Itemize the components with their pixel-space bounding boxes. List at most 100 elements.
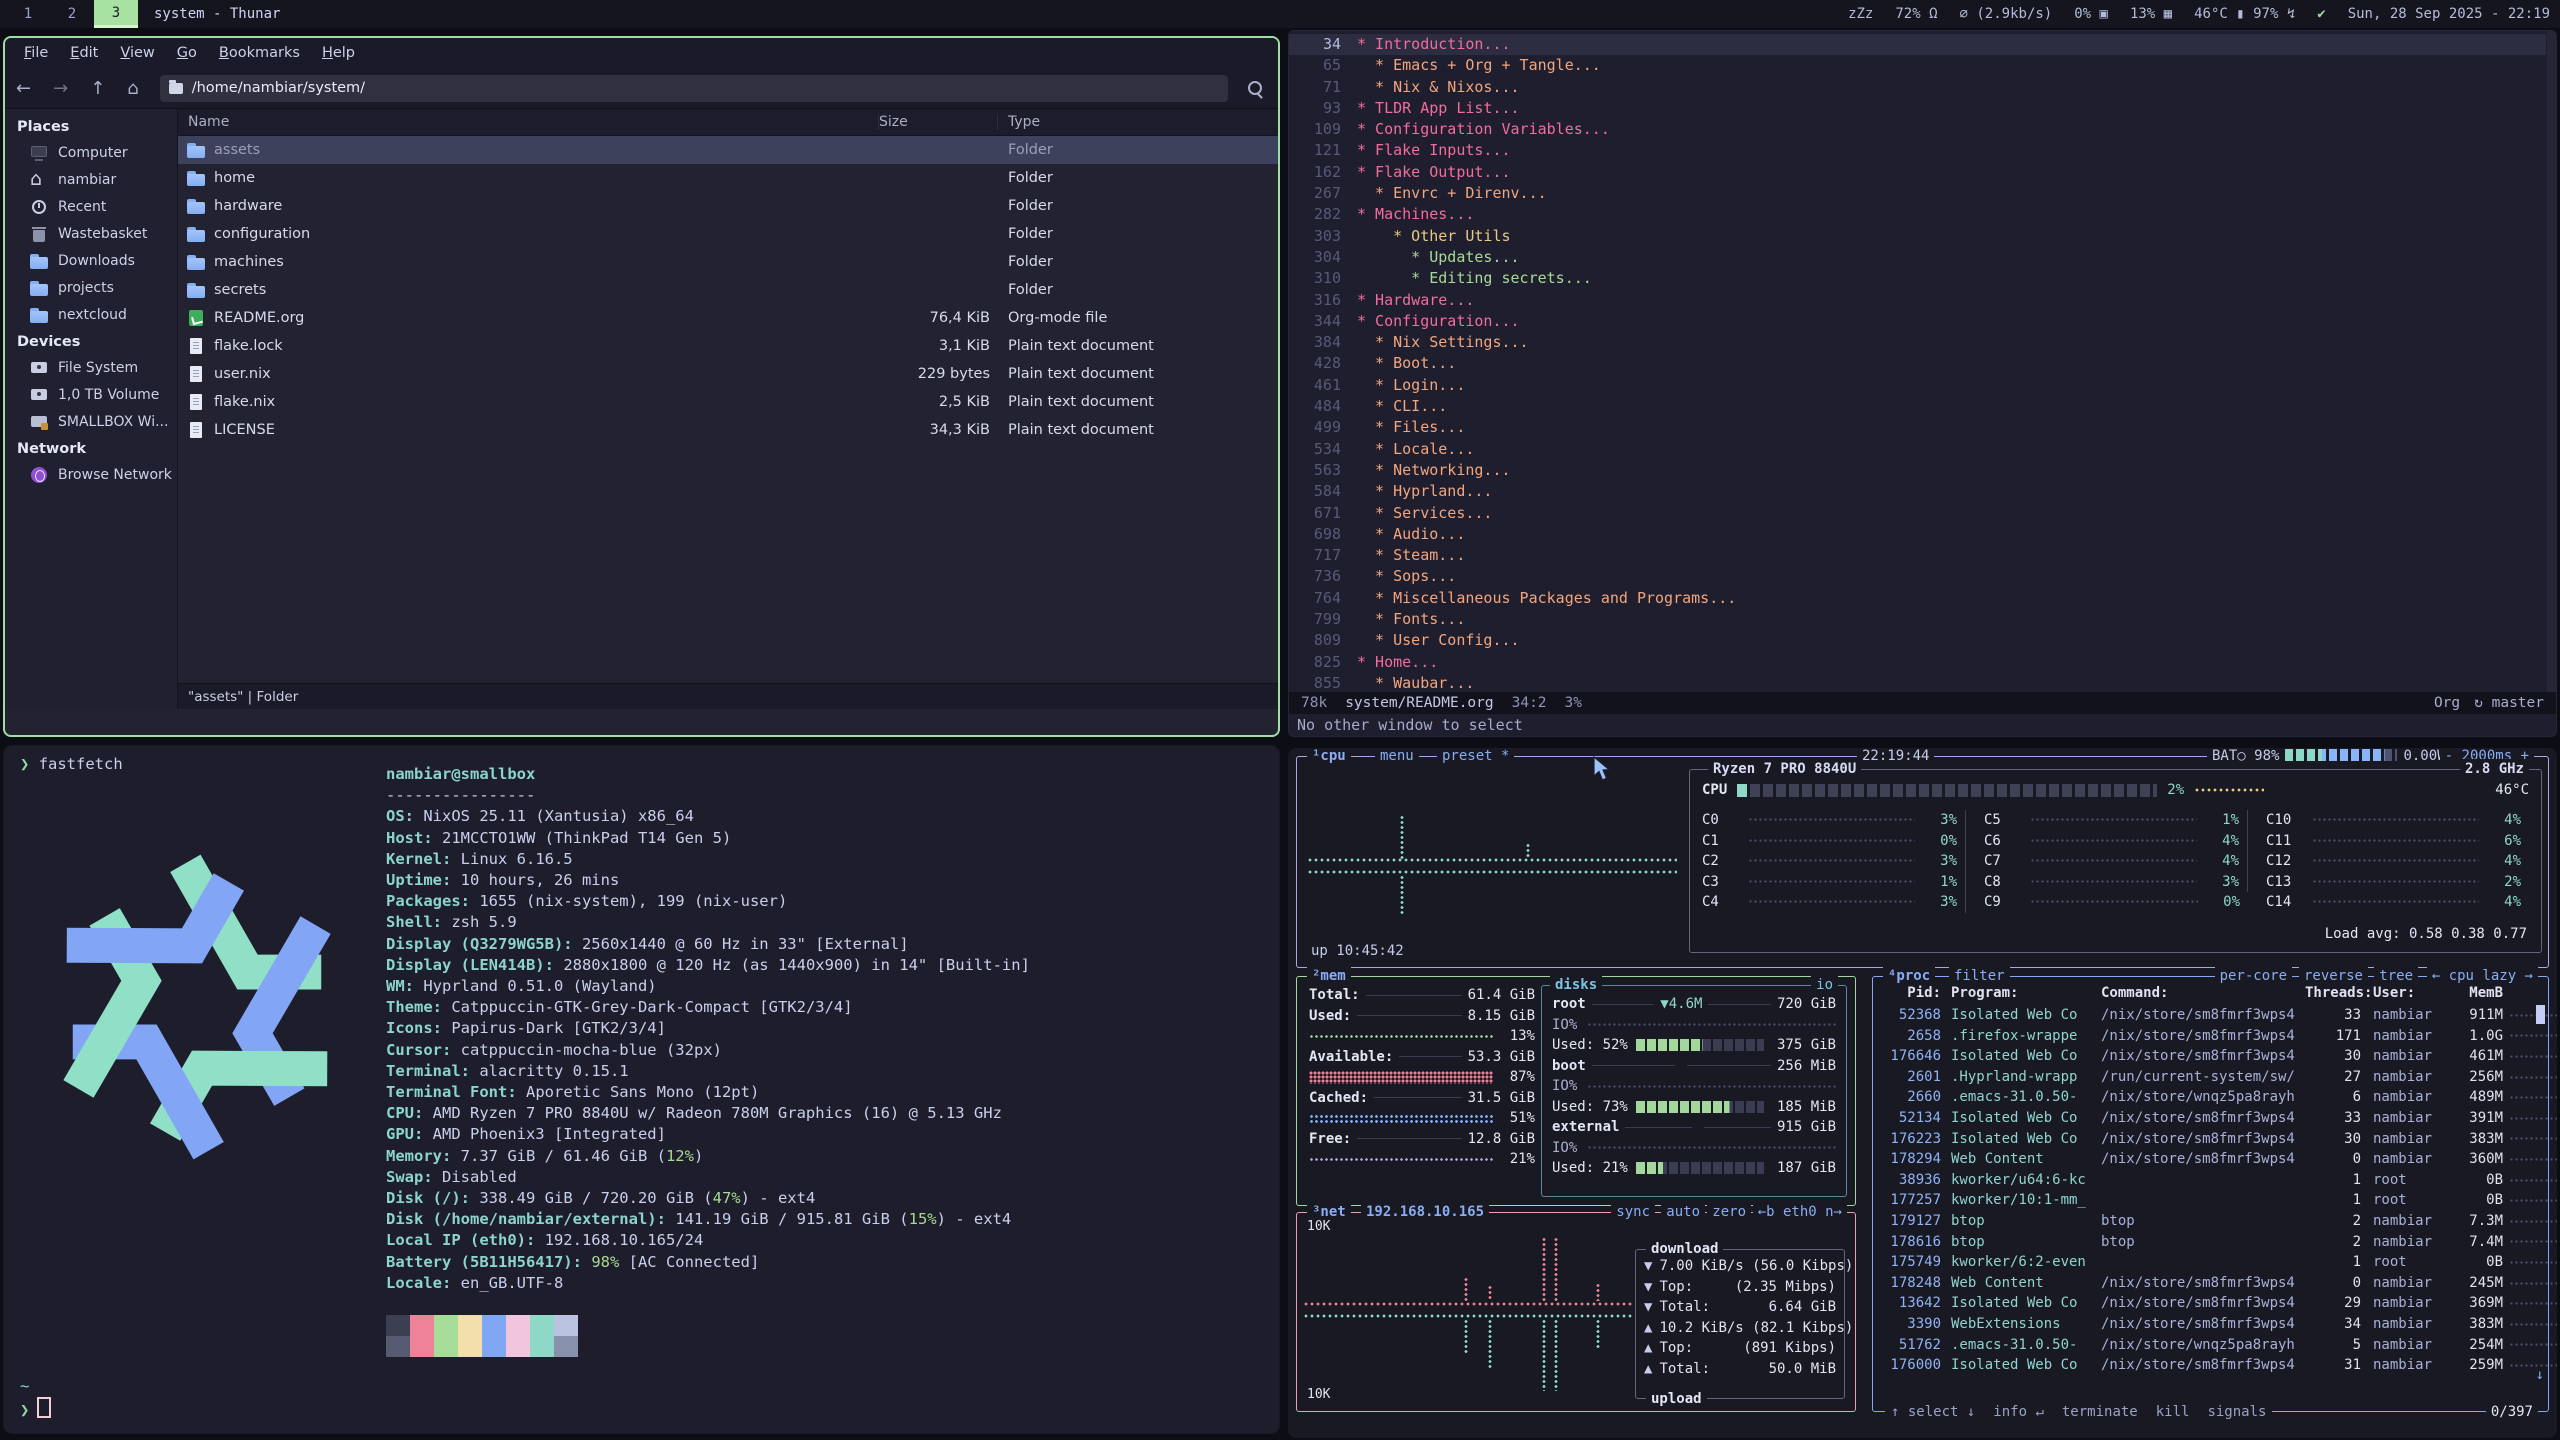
sidebar-item[interactable]: Downloads [5, 247, 177, 274]
proc-scrollbar-thumb[interactable] [2536, 1005, 2545, 1024]
org-outline-line[interactable]: 65 * Emacs + Org + Tangle... [1289, 55, 2546, 76]
net-opt-zero[interactable]: zero [1707, 1202, 1751, 1223]
sidebar-item[interactable]: nextcloud [5, 301, 177, 328]
table-row[interactable]: home Folder [178, 164, 1278, 192]
org-outline-line[interactable]: 316 * Hardware... [1289, 290, 2546, 311]
net-opt-sync[interactable]: sync [1611, 1202, 1655, 1223]
tab-preset[interactable]: preset * [1437, 748, 1514, 767]
org-outline-line[interactable]: 825 * Home... [1289, 652, 2546, 673]
org-outline-line[interactable]: 534 * Locale... [1289, 439, 2546, 460]
org-outline-line[interactable]: 71 * Nix & Nixos... [1289, 77, 2546, 98]
process-row[interactable]: 178248 Web Content /nix/store/sm8fmrf3wp… [1883, 1273, 2526, 1294]
sidebar-item[interactable]: Recent [5, 193, 177, 220]
menu-item[interactable]: File [13, 38, 59, 68]
table-row[interactable]: LICENSE 34,3 KiB Plain text document [178, 416, 1278, 444]
org-outline-line[interactable]: 121 * Flake Inputs... [1289, 140, 2546, 161]
menu-item[interactable]: Bookmarks [208, 38, 311, 68]
org-outline-line[interactable]: 93 * TLDR App List... [1289, 98, 2546, 119]
process-row[interactable]: 176223 Isolated Web Co /nix/store/sm8fmr… [1883, 1129, 2526, 1150]
org-outline-line[interactable]: 304 * Updates... [1289, 247, 2546, 268]
org-outline-line[interactable]: 717 * Steam... [1289, 545, 2546, 566]
proc-footer-key[interactable]: info ↵ [1993, 1402, 2044, 1423]
sidebar-item[interactable]: projects [5, 274, 177, 301]
table-row[interactable]: flake.lock 3,1 KiB Plain text document [178, 332, 1278, 360]
workspace-button[interactable]: 3 [94, 0, 138, 28]
table-row[interactable]: assets Folder [178, 136, 1278, 164]
org-outline-line[interactable]: 34 * Introduction... [1289, 34, 2546, 55]
proc-footer-key[interactable]: kill [2156, 1402, 2190, 1423]
sidebar-item[interactable]: 1,0 TB Volume [5, 381, 177, 408]
org-outline-line[interactable]: 809 * User Config... [1289, 630, 2546, 651]
org-outline-line[interactable]: 855 * Waubar... [1289, 673, 2546, 694]
org-outline-line[interactable]: 461 * Login... [1289, 375, 2546, 396]
up-button[interactable]: ↑ [79, 78, 116, 99]
net-opt-auto[interactable]: auto [1661, 1202, 1705, 1223]
forward-button[interactable]: → [42, 78, 79, 99]
sidebar-item[interactable]: nambiar [5, 166, 177, 193]
sidebar-item[interactable]: SMALLBOX Wi... [5, 408, 177, 435]
menu-item[interactable]: Edit [59, 38, 109, 68]
org-outline-line[interactable]: 310 * Editing secrets... [1289, 268, 2546, 289]
process-row[interactable]: 2601 .Hyprland-wrapp /run/current-system… [1883, 1067, 2526, 1088]
process-row[interactable]: 176000 Isolated Web Co /nix/store/sm8fmr… [1883, 1355, 2526, 1376]
search-button[interactable] [1238, 81, 1272, 95]
path-field[interactable]: /home/nambiar/system/ [160, 75, 1228, 102]
process-row[interactable]: 176646 Isolated Web Co /nix/store/sm8fmr… [1883, 1046, 2526, 1067]
tab-cpu[interactable]: ¹cpu [1307, 748, 1351, 767]
home-button[interactable]: ⌂ [116, 78, 149, 99]
org-outline-line[interactable]: 764 * Miscellaneous Packages and Program… [1289, 588, 2546, 609]
org-outline-line[interactable]: 384 * Nix Settings... [1289, 332, 2546, 353]
sidebar-item[interactable]: File System [5, 354, 177, 381]
tab-menu[interactable]: menu [1375, 748, 1419, 767]
org-outline-line[interactable]: 799 * Fonts... [1289, 609, 2546, 630]
process-row[interactable]: 52368 Isolated Web Co /nix/store/sm8fmrf… [1883, 1005, 2526, 1026]
tab-io[interactable]: io [1811, 975, 1838, 996]
org-outline-line[interactable]: 499 * Files... [1289, 417, 2546, 438]
menu-item[interactable]: Go [166, 38, 208, 68]
sidebar-item[interactable]: Browse Network [5, 461, 177, 488]
table-row[interactable]: README.org 76,4 KiB Org-mode file [178, 304, 1278, 332]
process-row[interactable]: 52134 Isolated Web Co /nix/store/sm8fmrf… [1883, 1108, 2526, 1129]
process-row[interactable]: 175749 kworker/6:2-even 1 root 0B 0.0 [1883, 1252, 2526, 1273]
column-size[interactable]: Size [879, 114, 998, 130]
column-name[interactable]: Name [178, 114, 879, 130]
workspace-button[interactable]: 1 [6, 0, 50, 28]
proc-footer-key[interactable]: signals [2207, 1402, 2266, 1423]
org-outline-line[interactable]: 162 * Flake Output... [1289, 162, 2546, 183]
process-row[interactable]: 179127 btop btop 2 nambiar 7.3M 0.0 [1883, 1211, 2526, 1232]
workspace-button[interactable]: 2 [50, 0, 94, 28]
process-row[interactable]: 13642 Isolated Web Co /nix/store/sm8fmrf… [1883, 1293, 2526, 1314]
process-row[interactable]: 3390 WebExtensions /nix/store/sm8fmrf3wp… [1883, 1314, 2526, 1335]
org-outline-line[interactable]: 344 * Configuration... [1289, 311, 2546, 332]
sidebar-item[interactable]: Computer [5, 139, 177, 166]
org-outline-line[interactable]: 736 * Sops... [1289, 566, 2546, 587]
table-row[interactable]: flake.nix 2,5 KiB Plain text document [178, 388, 1278, 416]
org-outline-line[interactable]: 698 * Audio... [1289, 524, 2546, 545]
column-type[interactable]: Type [998, 114, 1278, 130]
menu-item[interactable]: View [109, 38, 165, 68]
process-row[interactable]: 177257 kworker/10:1-mm_ 1 root 0B 0.0 [1883, 1190, 2526, 1211]
table-row[interactable]: user.nix 229 bytes Plain text document [178, 360, 1278, 388]
process-row[interactable]: 38936 kworker/u64:6-kc 1 root 0B 0.0 [1883, 1170, 2526, 1191]
org-outline-line[interactable]: 671 * Services... [1289, 503, 2546, 524]
back-button[interactable]: ← [5, 78, 42, 99]
table-row[interactable]: machines Folder [178, 248, 1278, 276]
scrollbar[interactable] [2547, 31, 2556, 692]
net-interface-switcher[interactable]: ←b eth0 n→ [1753, 1202, 1847, 1223]
org-outline-line[interactable]: 484 * CLI... [1289, 396, 2546, 417]
org-outline-line[interactable]: 282 * Machines... [1289, 204, 2546, 225]
table-row[interactable]: hardware Folder [178, 192, 1278, 220]
process-row[interactable]: 178616 btop btop 2 nambiar 7.4M 0.0 [1883, 1232, 2526, 1253]
process-row[interactable]: 2658 .firefox-wrappe /nix/store/sm8fmrf3… [1883, 1026, 2526, 1047]
org-outline-line[interactable]: 267 * Envrc + Direnv... [1289, 183, 2546, 204]
org-outline-line[interactable]: 428 * Boot... [1289, 353, 2546, 374]
process-row[interactable]: 2660 .emacs-31.0.50- /nix/store/wnqz5pa8… [1883, 1087, 2526, 1108]
proc-footer-key[interactable]: ↑ select ↓ [1891, 1402, 1975, 1423]
org-outline-line[interactable]: 303 * Other Utils [1289, 226, 2546, 247]
table-row[interactable]: configuration Folder [178, 220, 1278, 248]
tab-mem[interactable]: ²mem [1307, 966, 1351, 987]
org-outline-line[interactable]: 109 * Configuration Variables... [1289, 119, 2546, 140]
process-row[interactable]: 178294 Web Content /nix/store/sm8fmrf3wp… [1883, 1149, 2526, 1170]
sidebar-item[interactable]: Wastebasket [5, 220, 177, 247]
table-row[interactable]: secrets Folder [178, 276, 1278, 304]
